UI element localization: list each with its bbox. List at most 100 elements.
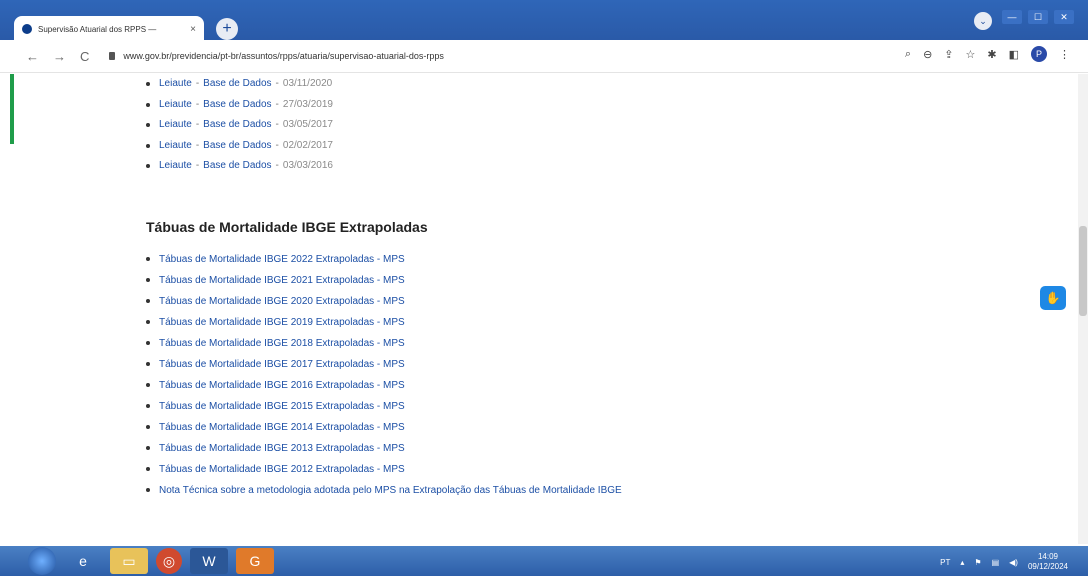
tabua-link[interactable]: Tábuas de Mortalidade IBGE 2017 Extrapol…: [159, 354, 405, 375]
list-item: Tábuas de Mortalidade IBGE 2019 Extrapol…: [140, 312, 1020, 333]
site-favicon-icon: [22, 24, 32, 34]
browser-toolbar: ← → C www.gov.br/previdencia/pt-br/assun…: [0, 40, 1088, 73]
zoom-icon[interactable]: ⊖: [923, 48, 932, 61]
profile-avatar[interactable]: P: [1031, 46, 1047, 62]
extensions-icon[interactable]: ✱: [987, 48, 996, 61]
separator: -: [275, 160, 279, 171]
list-item: Tábuas de Mortalidade IBGE 2014 Extrapol…: [140, 417, 1020, 438]
tabua-link[interactable]: Tábuas de Mortalidade IBGE 2019 Extrapol…: [159, 312, 405, 333]
tabua-link[interactable]: Tábuas de Mortalidade IBGE 2021 Extrapol…: [159, 270, 405, 291]
list-item: Tábuas de Mortalidade IBGE 2017 Extrapol…: [140, 354, 1020, 375]
base-dados-link[interactable]: Base de Dados: [203, 156, 271, 177]
tabua-link[interactable]: Tábuas de Mortalidade IBGE 2016 Extrapol…: [159, 375, 405, 396]
separator: -: [275, 78, 279, 89]
leiaute-link[interactable]: Leiaute: [159, 156, 192, 177]
leiaute-link[interactable]: Leiaute: [159, 95, 192, 116]
list-item: Tábuas de Mortalidade IBGE 2016 Extrapol…: [140, 375, 1020, 396]
search-icon[interactable]: ⌕: [905, 48, 911, 61]
forward-button[interactable]: →: [53, 49, 66, 64]
tabua-link[interactable]: Tábuas de Mortalidade IBGE 2022 Extrapol…: [159, 249, 405, 270]
clock-date: 09/12/2024: [1027, 562, 1068, 571]
chrome-icon[interactable]: ◎: [156, 548, 182, 574]
tabua-link[interactable]: Tábuas de Mortalidade IBGE 2012 Extrapol…: [159, 459, 405, 480]
bullet-icon: [146, 143, 150, 148]
bullet-icon: [146, 383, 150, 387]
app-icon[interactable]: G: [236, 548, 274, 574]
tabua-link[interactable]: Tábuas de Mortalidade IBGE 2015 Extrapol…: [159, 396, 405, 417]
flag-icon[interactable]: ⚑: [974, 558, 981, 567]
menu-kebab-icon[interactable]: ⋮: [1059, 48, 1070, 61]
list-item: Tábuas de Mortalidade IBGE 2012 Extrapol…: [140, 459, 1020, 480]
leiaute-list: Leiaute - Base de Dados -03/11/2020 Leiaute…: [140, 74, 1020, 177]
base-dados-link[interactable]: Base de Dados: [203, 136, 271, 157]
leiaute-link[interactable]: Leiaute: [159, 74, 192, 95]
bullet-icon: [146, 257, 150, 261]
tab-title: Supervisão Atuarial dos RPPS —: [38, 24, 157, 34]
bullet-icon: [146, 299, 150, 303]
item-date: 27/03/2019: [282, 98, 333, 110]
bullet-icon: [146, 278, 150, 282]
bullet-icon: [146, 446, 150, 450]
clock[interactable]: 14:09 09/12/2024: [1028, 552, 1068, 572]
minimize-button[interactable]: —: [1002, 10, 1022, 24]
base-dados-link[interactable]: Base de Dados: [203, 74, 271, 95]
item-date: 02/02/2017: [282, 139, 333, 151]
internet-explorer-icon[interactable]: e: [64, 548, 102, 574]
bookmark-star-icon[interactable]: ☆: [966, 48, 976, 61]
bullet-icon: [146, 320, 150, 324]
item-date: 03/05/2017: [282, 119, 333, 130]
list-item: Tábuas de Mortalidade IBGE 2013 Extrapol…: [140, 438, 1020, 459]
active-tab[interactable]: Supervisão Atuarial dos RPPS — ×: [14, 16, 204, 42]
back-button[interactable]: ←: [26, 49, 39, 64]
file-explorer-icon[interactable]: ▭: [110, 548, 148, 574]
bullet-icon: [146, 102, 150, 107]
scrollbar-thumb[interactable]: [1079, 226, 1087, 316]
url-text[interactable]: www.gov.br/previdencia/pt-br/assuntos/rp…: [123, 51, 443, 61]
list-item: Leiaute - Base de Dados -02/02/2017: [140, 136, 1020, 157]
browser-tab-bar: Supervisão Atuarial dos RPPS — × + ⌄ — ☐…: [0, 0, 1088, 42]
word-icon[interactable]: W: [190, 548, 228, 574]
bullet-icon: [146, 341, 150, 345]
leiaute-link[interactable]: Leiaute: [159, 136, 192, 157]
base-dados-link[interactable]: Base de Dados: [203, 115, 271, 136]
bullet-icon: [146, 164, 150, 169]
new-tab-button[interactable]: +: [216, 18, 238, 40]
start-button[interactable]: [28, 547, 56, 575]
address-bar[interactable]: www.gov.br/previdencia/pt-br/assuntos/rp…: [109, 51, 444, 61]
bullet-icon: [146, 404, 150, 408]
close-window-button[interactable]: ✕: [1054, 10, 1074, 24]
bullet-icon: [146, 488, 150, 492]
base-dados-link[interactable]: Base de Dados: [203, 95, 271, 116]
bullet-icon: [146, 123, 150, 128]
share-icon[interactable]: ⇪: [944, 48, 953, 61]
list-item: Leiaute - Base de Dados -27/03/2019: [140, 95, 1020, 116]
bullet-icon: [146, 82, 150, 87]
list-item: Leiaute - Base de Dados -03/03/2016: [140, 156, 1020, 177]
list-item: Tábuas de Mortalidade IBGE 2022 Extrapol…: [140, 249, 1020, 270]
sidepanel-icon[interactable]: ◧: [1009, 48, 1019, 61]
leiaute-link[interactable]: Leiaute: [159, 115, 192, 136]
list-item: Nota Técnica sobre a metodologia adotada…: [140, 480, 1020, 501]
list-item: Tábuas de Mortalidade IBGE 2015 Extrapol…: [140, 396, 1020, 417]
volume-icon[interactable]: ◀): [1009, 558, 1018, 567]
toolbar-actions: ⌕ ⊖ ⇪ ☆ ✱ ◧ P ⋮: [905, 46, 1070, 62]
tab-search-button[interactable]: ⌄: [974, 12, 992, 30]
nota-tecnica-link[interactable]: Nota Técnica sobre a metodologia adotada…: [159, 480, 622, 501]
list-item: Leiaute - Base de Dados -03/05/2017: [140, 115, 1020, 136]
vlibras-accessibility-icon[interactable]: ✋: [1040, 286, 1066, 310]
tabua-link[interactable]: Tábuas de Mortalidade IBGE 2020 Extrapol…: [159, 291, 405, 312]
language-indicator[interactable]: PT: [940, 558, 950, 567]
page-content: Leiaute - Base de Dados -03/11/2020 Leiaute…: [140, 74, 1020, 501]
tabua-link[interactable]: Tábuas de Mortalidade IBGE 2013 Extrapol…: [159, 438, 405, 459]
tabua-link[interactable]: Tábuas de Mortalidade IBGE 2018 Extrapol…: [159, 333, 405, 354]
window-controls: ⌄ — ☐ ✕: [974, 10, 1074, 30]
list-item: Leiaute - Base de Dados -03/11/2020: [140, 74, 1020, 95]
tray-arrow-icon[interactable]: ▴: [960, 558, 964, 567]
reload-button[interactable]: C: [80, 49, 89, 64]
maximize-button[interactable]: ☐: [1028, 10, 1048, 24]
network-icon[interactable]: ▤: [992, 558, 1000, 567]
tab-close-icon[interactable]: ×: [190, 24, 196, 35]
tabua-link[interactable]: Tábuas de Mortalidade IBGE 2014 Extrapol…: [159, 417, 405, 438]
separator: -: [195, 160, 200, 171]
accent-bar: [10, 74, 14, 144]
